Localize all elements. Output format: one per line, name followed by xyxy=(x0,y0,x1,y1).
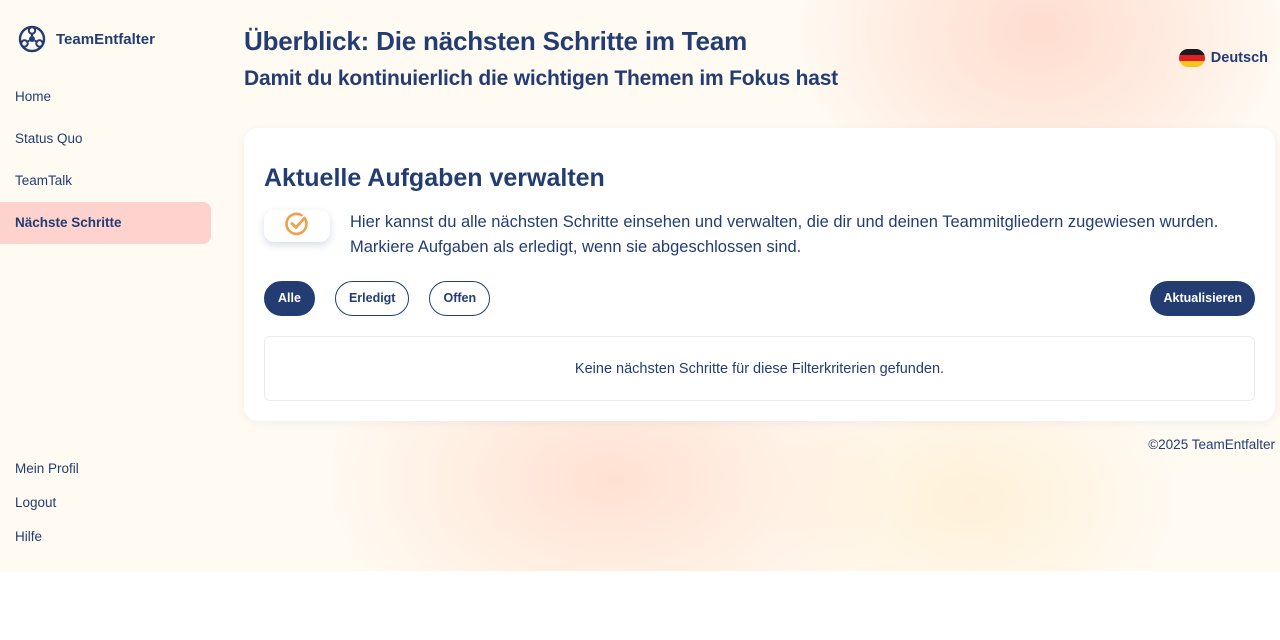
sidebar-item-hilfe[interactable]: Hilfe xyxy=(0,520,211,554)
brand-name: TeamEntfalter xyxy=(56,30,155,48)
brand[interactable]: TeamEntfalter xyxy=(18,25,155,53)
sidebar-item-teamtalk[interactable]: TeamTalk xyxy=(0,160,211,202)
empty-state: Keine nächsten Schritte für diese Filter… xyxy=(264,336,1255,401)
sidebar-item-home[interactable]: Home xyxy=(0,76,211,118)
filter-offen-button[interactable]: Offen xyxy=(429,281,491,316)
empty-state-message: Keine nächsten Schritte für diese Filter… xyxy=(574,360,945,377)
refresh-button[interactable]: Aktualisieren xyxy=(1150,281,1255,316)
filter-erledigt-button[interactable]: Erledigt xyxy=(334,281,410,316)
filter-group: Alle Erledigt Offen xyxy=(264,281,510,316)
app-window: TeamEntfalter Home Status Quo TeamTalk N… xyxy=(0,0,1280,571)
german-flag-icon xyxy=(1178,49,1205,67)
card-title: Aktuelle Aufgaben verwalten xyxy=(264,164,605,192)
page-subtitle: Damit du kontinuierlich die wichtigen Th… xyxy=(244,67,838,90)
check-circle-icon xyxy=(284,211,310,242)
sidebar-item-logout[interactable]: Logout xyxy=(0,486,211,520)
footer-copyright: ©2025 TeamEntfalter xyxy=(1148,437,1275,452)
sidebar-item-mein-profil[interactable]: Mein Profil xyxy=(0,452,211,486)
page-title: Überblick: Die nächsten Schritte im Team xyxy=(244,26,747,56)
tasks-card: Aktuelle Aufgaben verwalten Hier kannst … xyxy=(244,128,1275,421)
info-icon-badge xyxy=(264,210,330,242)
filter-alle-button[interactable]: Alle xyxy=(264,281,315,316)
teamentfalter-logo-icon xyxy=(18,25,46,53)
language-selector[interactable]: Deutsch xyxy=(1178,49,1268,67)
language-label: Deutsch xyxy=(1210,50,1268,66)
sidebar-nav: Home Status Quo TeamTalk Nächste Schritt… xyxy=(0,76,211,244)
sidebar-item-status-quo[interactable]: Status Quo xyxy=(0,118,211,160)
info-text: Hier kannst du alle nächsten Schritte ei… xyxy=(350,213,1219,256)
sidebar-bottom-nav: Mein Profil Logout Hilfe xyxy=(0,452,211,554)
sidebar-item-naechste-schritte[interactable]: Nächste Schritte xyxy=(0,202,211,244)
sidebar: TeamEntfalter Home Status Quo TeamTalk N… xyxy=(0,0,216,571)
